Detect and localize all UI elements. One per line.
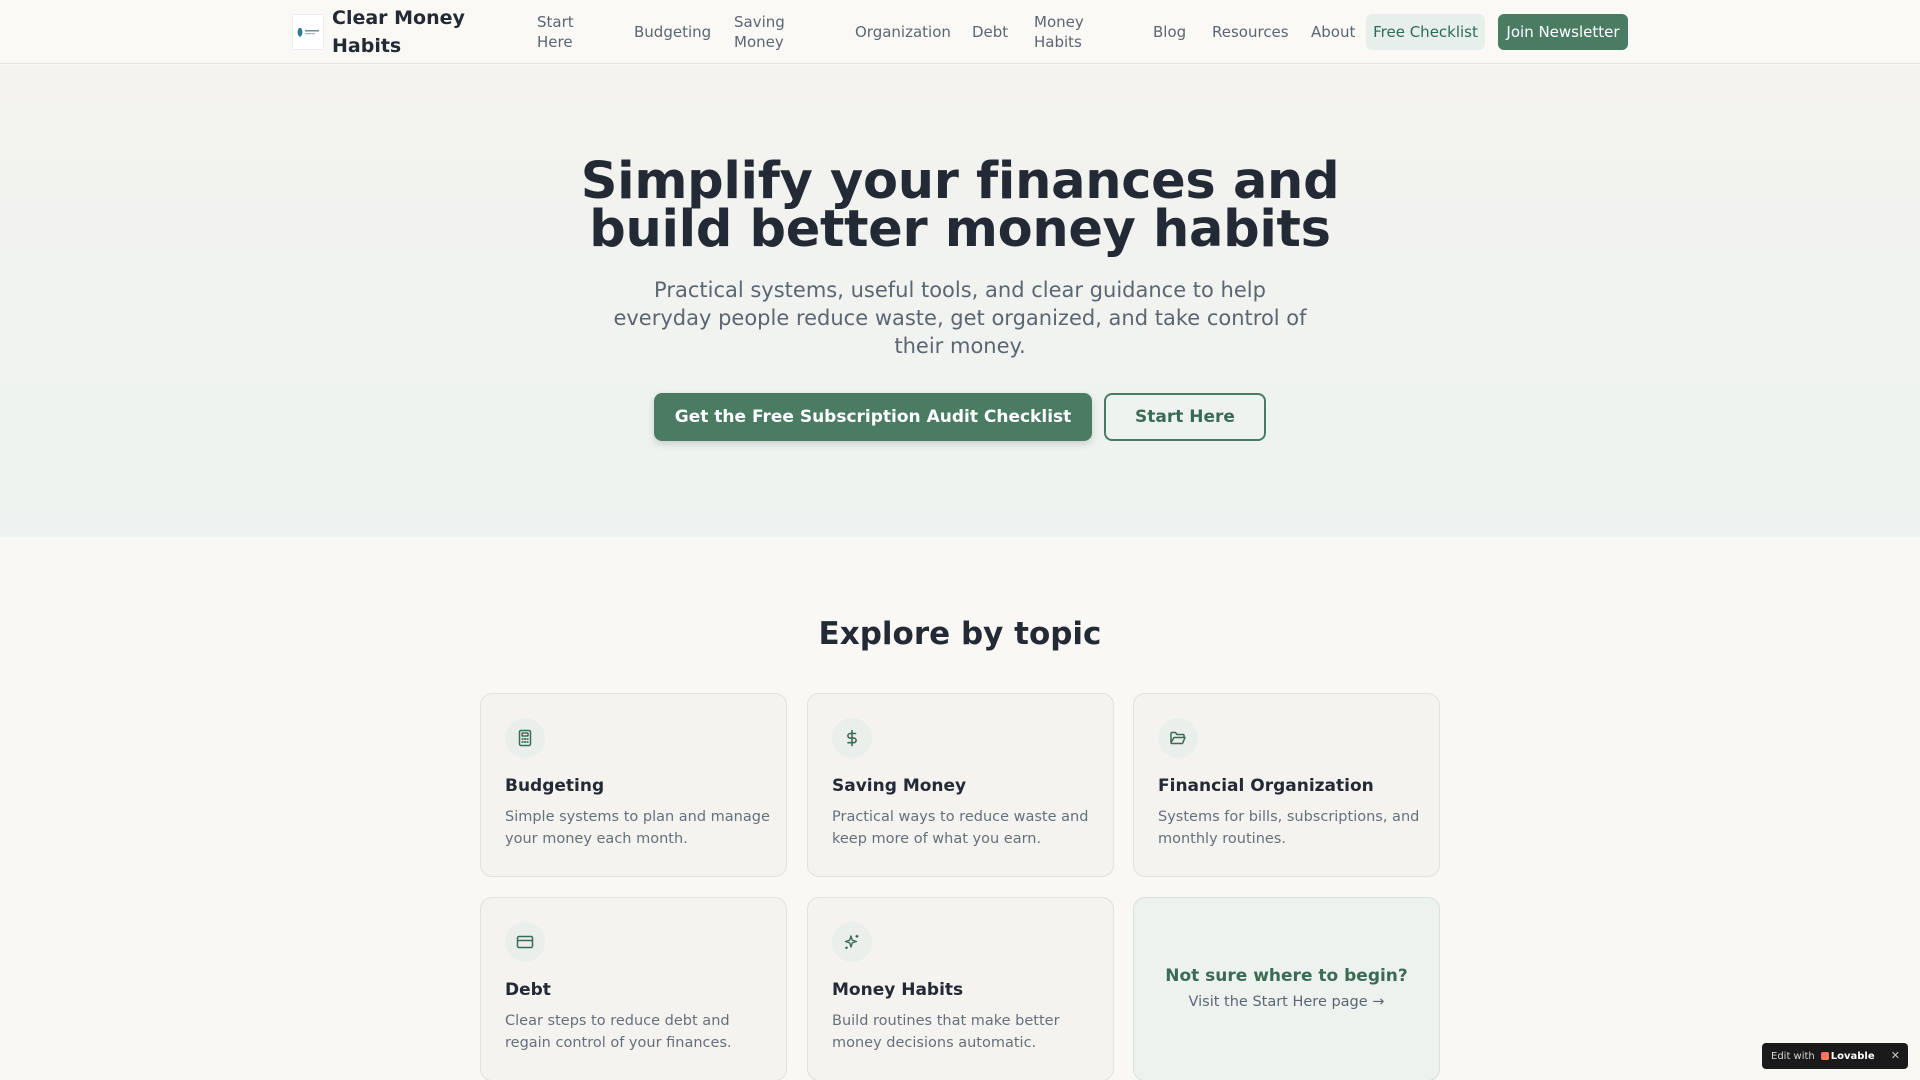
logo-icon (297, 28, 319, 37)
topic-card-debt[interactable]: Debt Clear steps to reduce debt and rega… (480, 897, 787, 1080)
card-description: Clear steps to reduce debt and regain co… (505, 1013, 732, 1051)
nav-money-habits[interactable]: Money Habits (1034, 12, 1094, 52)
site-logo[interactable] (292, 14, 324, 50)
sparkles-icon (832, 922, 872, 962)
close-icon[interactable]: ✕ (1891, 1049, 1900, 1062)
badge-brand: Lovable (1830, 1050, 1875, 1062)
dollar-icon (832, 718, 872, 758)
folder-icon (1158, 718, 1198, 758)
nav-about[interactable]: About (1311, 22, 1355, 42)
credit-card-icon (505, 922, 545, 962)
nav-budgeting[interactable]: Budgeting (634, 22, 711, 42)
nav-debt[interactable]: Debt (972, 22, 1008, 42)
brand-name[interactable]: Clear Money Habits (332, 4, 482, 60)
topic-card-money-habits[interactable]: Money Habits Build routines that make be… (807, 897, 1114, 1080)
start-here-prompt-card[interactable]: Not sure where to begin? Visit the Start… (1133, 897, 1440, 1080)
card-description: Build routines that make better money de… (832, 1013, 1060, 1051)
card-title: Saving Money (832, 776, 967, 796)
nav-start-here[interactable]: Start Here (537, 12, 597, 52)
card-description: Practical ways to reduce waste and keep … (832, 809, 1089, 847)
join-newsletter-button[interactable]: Join Newsletter (1498, 14, 1628, 50)
lovable-heart-icon (1820, 1052, 1829, 1060)
nav-blog[interactable]: Blog (1153, 22, 1186, 42)
site-header: Clear Money Habits Start Here Budgeting … (0, 0, 1920, 64)
nav-saving-money[interactable]: Saving Money (734, 12, 796, 52)
edit-with-lovable-badge[interactable]: Edit with Lovable ✕ (1762, 1043, 1908, 1069)
calculator-icon (505, 718, 545, 758)
topic-card-budgeting[interactable]: Budgeting Simple systems to plan and man… (480, 693, 787, 877)
cta-title: Not sure where to begin? (1165, 966, 1408, 986)
start-here-link[interactable]: Visit the Start Here page → (1134, 992, 1439, 1012)
topics-title: Explore by topic (818, 616, 1102, 652)
card-description: Systems for bills, subscriptions, and mo… (1158, 809, 1420, 847)
topic-card-saving-money[interactable]: Saving Money Practical ways to reduce wa… (807, 693, 1114, 877)
hero-subtitle: Practical systems, useful tools, and cle… (613, 278, 1307, 358)
card-title: Budgeting (505, 776, 605, 796)
card-description: Simple systems to plan and manage your m… (505, 809, 770, 847)
free-checklist-button[interactable]: Free Checklist (1366, 14, 1485, 50)
card-title: Financial Organization (1158, 776, 1374, 796)
start-here-button[interactable]: Start Here (1104, 393, 1266, 441)
lovable-logo: Lovable (1820, 1050, 1875, 1062)
subscription-checklist-button[interactable]: Get the Free Subscription Audit Checklis… (654, 393, 1092, 441)
topic-card-financial-organization[interactable]: Financial Organization Systems for bills… (1133, 693, 1440, 877)
nav-organization[interactable]: Organization (855, 22, 951, 42)
nav-resources[interactable]: Resources (1212, 22, 1289, 42)
card-title: Money Habits (832, 980, 964, 1000)
badge-prefix: Edit with (1771, 1050, 1815, 1062)
card-title: Debt (505, 980, 551, 1000)
hero-title: Simplify your finances and build better … (580, 152, 1340, 259)
